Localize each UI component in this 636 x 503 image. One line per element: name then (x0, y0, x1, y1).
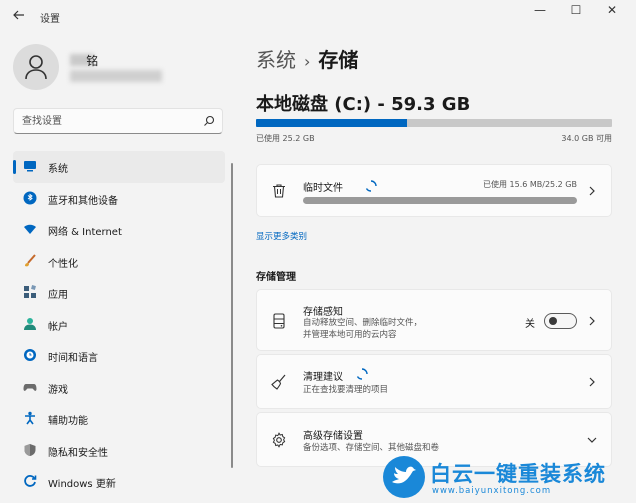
cleanup-recommendations-card[interactable]: 清理建议 正在查找要清理的项目 (256, 354, 612, 409)
wifi-icon (24, 224, 36, 234)
blurred-email (70, 70, 162, 82)
user-name: xx铭 (86, 54, 100, 68)
sidebar-item-gaming[interactable]: 游戏 (13, 372, 225, 404)
advanced-storage-desc: 备份选项、存储空间、其他磁盘和卷 (303, 443, 440, 453)
sidebar-nav: 系统 蓝牙和其他设备 网络 & Internet 个性化 应用 帐户 时间和语言… (13, 151, 225, 498)
toggle-knob (549, 317, 557, 325)
system-icon (24, 161, 36, 172)
trash-icon (273, 184, 285, 198)
storage-sense-desc-line2: 并管理本地可用的云内容 (303, 330, 397, 340)
account-icon (24, 317, 36, 330)
loading-spinner-icon (356, 368, 368, 380)
sidebar-item-system[interactable]: 系统 (13, 151, 225, 183)
storage-sense-title: 存储感知 (303, 307, 343, 318)
sidebar-item-label: 蓝牙和其他设备 (48, 195, 118, 207)
sidebar-item-label: 游戏 (48, 384, 68, 396)
search-box[interactable] (13, 108, 223, 134)
sidebar-item-time-language[interactable]: 时间和语言 (13, 340, 225, 372)
page-title: 存储 (318, 48, 359, 72)
gamepad-icon (23, 383, 37, 391)
title-bar: 设置 — ☐ ✕ (0, 0, 636, 34)
loading-spinner-icon (365, 180, 377, 192)
avatar[interactable] (13, 44, 59, 90)
sidebar-item-label: 应用 (48, 290, 68, 301)
temp-files-bar-fill (303, 197, 577, 204)
gear-icon (272, 432, 286, 448)
sidebar-item-accessibility[interactable]: 辅助功能 (13, 403, 225, 435)
minimize-button[interactable]: — (525, 2, 555, 18)
cleanup-desc: 正在查找要清理的项目 (303, 385, 389, 395)
accessibility-icon (25, 411, 35, 425)
shield-icon (24, 443, 36, 456)
search-icon[interactable] (203, 115, 215, 127)
watermark-text: 白云一键重装系统 (430, 462, 606, 486)
sidebar-item-personalization[interactable]: 个性化 (13, 246, 225, 278)
search-input[interactable] (22, 113, 202, 129)
chevron-down-icon[interactable] (587, 435, 597, 445)
temp-files-bar (303, 197, 577, 204)
watermark-url: www.baiyunxitong.com (432, 486, 552, 496)
sidebar-item-label: Windows 更新 (48, 479, 116, 490)
chevron-right-icon (589, 316, 595, 326)
storage-sense-toggle-label: 关 (525, 319, 535, 330)
sidebar-item-label: 帐户 (48, 321, 68, 333)
disk-title: 本地磁盘 (C:) - 59.3 GB (256, 94, 471, 115)
globe-clock-icon (24, 349, 36, 361)
breadcrumb-separator: › (304, 52, 311, 71)
window-title: 设置 (40, 14, 60, 25)
sidebar-scrollbar[interactable] (231, 163, 233, 468)
back-arrow-icon[interactable] (10, 8, 28, 26)
disk-used-text: 已使用 25.2 GB (256, 134, 315, 143)
chevron-right-icon (589, 377, 595, 387)
show-more-categories-link[interactable]: 显示更多类别 (256, 230, 307, 242)
person-icon (25, 55, 47, 80)
disk-free-text: 34.0 GB 可用 (561, 134, 612, 143)
advanced-storage-title: 高级存储设置 (303, 431, 363, 442)
brush-icon (25, 253, 36, 266)
temp-files-used-text: 已使用 15.6 MB/25.2 GB (482, 180, 577, 189)
sidebar-item-label: 辅助功能 (48, 416, 88, 427)
sidebar-item-accounts[interactable]: 帐户 (13, 309, 225, 341)
close-button[interactable]: ✕ (597, 2, 627, 18)
sidebar-item-label: 个性化 (48, 258, 78, 270)
sidebar-item-label: 系统 (48, 164, 68, 175)
windows-update-icon (24, 475, 37, 487)
sidebar-item-privacy[interactable]: 隐私和安全性 (13, 435, 225, 467)
bird-icon (392, 466, 416, 484)
breadcrumb: 系统 › 存储 (256, 44, 358, 73)
chevron-right-icon (589, 186, 595, 196)
storage-sense-card[interactable]: 存储感知 自动释放空间、删除临时文件， 并管理本地可用的云内容 关 (256, 289, 612, 351)
breadcrumb-parent[interactable]: 系统 (256, 48, 296, 72)
storage-management-heading: 存储管理 (256, 272, 296, 283)
sidebar-item-windows-update[interactable]: Windows 更新 (13, 466, 225, 498)
sidebar-item-label: 时间和语言 (48, 353, 98, 364)
disk-usage-fill (256, 119, 408, 127)
maximize-button[interactable]: ☐ (561, 2, 591, 18)
sidebar-item-network[interactable]: 网络 & Internet (13, 214, 225, 246)
temp-files-card[interactable]: 临时文件 已使用 15.6 MB/25.2 GB (256, 164, 612, 217)
temp-files-title: 临时文件 (303, 183, 343, 194)
bluetooth-icon (23, 191, 37, 204)
apps-icon (24, 285, 36, 298)
sidebar-item-apps[interactable]: 应用 (13, 277, 225, 309)
watermark-bird-logo (383, 456, 425, 498)
storage-sense-toggle[interactable] (544, 313, 577, 329)
disk-usage-bar (256, 119, 612, 127)
sidebar-item-label: 隐私和安全性 (48, 447, 108, 459)
sidebar-item-label: 网络 & Internet (48, 227, 122, 238)
cleanup-title: 清理建议 (303, 372, 343, 383)
broom-icon (271, 374, 286, 390)
sidebar-item-bluetooth[interactable]: 蓝牙和其他设备 (13, 183, 225, 215)
storage-drive-icon (273, 313, 285, 329)
